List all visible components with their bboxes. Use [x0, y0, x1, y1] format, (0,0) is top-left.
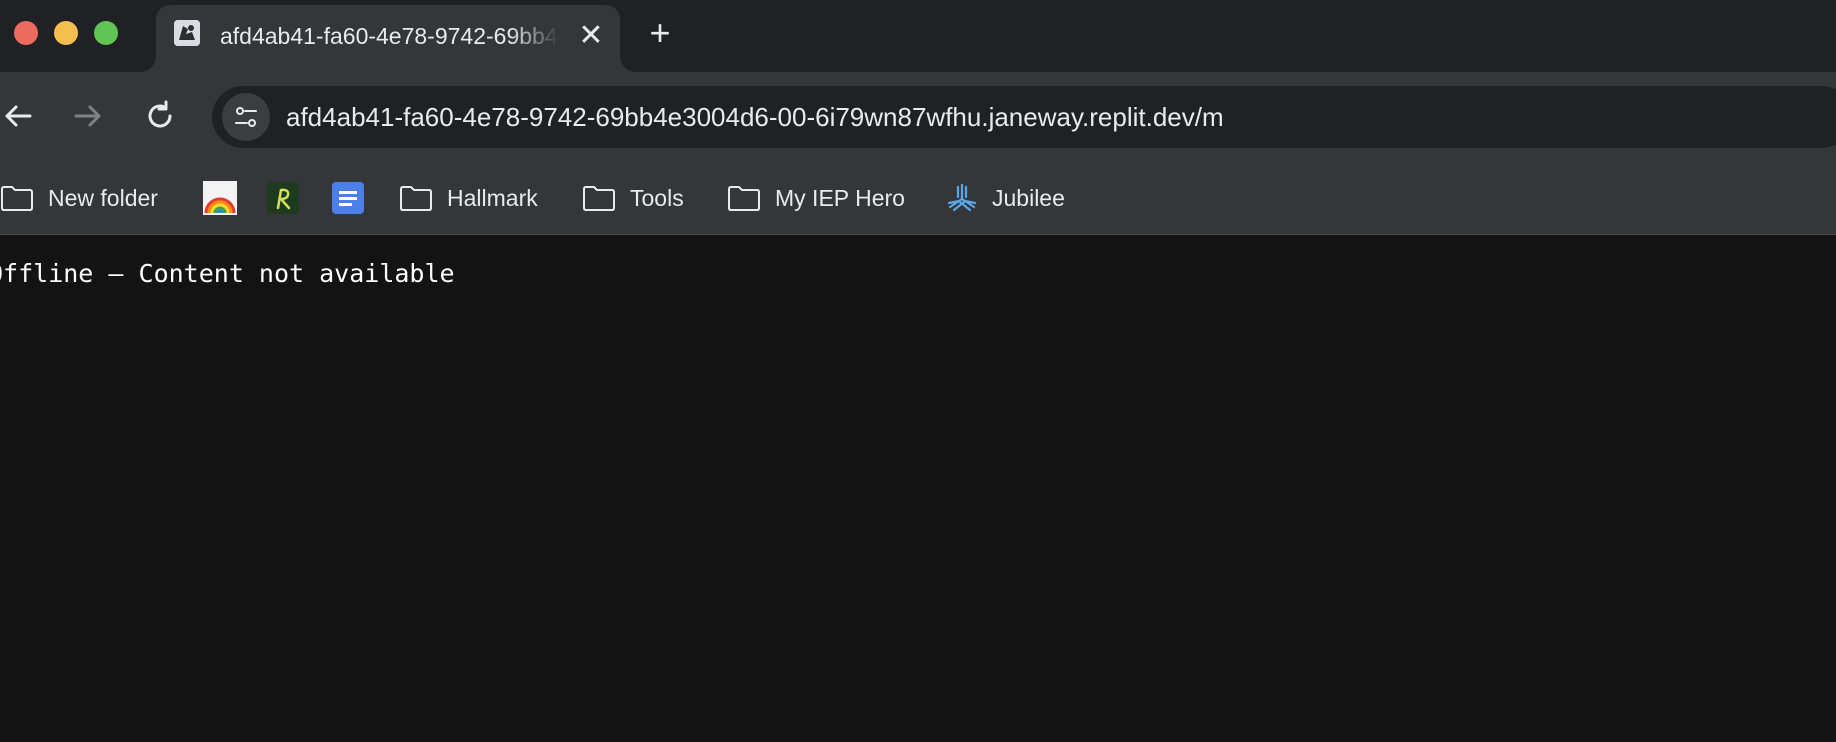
bookmark-my-iep-hero[interactable]: My IEP Hero: [727, 180, 905, 216]
folder-icon: [400, 186, 432, 211]
bookmark-label: Hallmark: [447, 184, 538, 211]
bookmark-new-folder[interactable]: New folder: [0, 180, 158, 216]
bookmark-tools[interactable]: Tools: [582, 180, 684, 216]
arrow-right-icon[interactable]: [70, 98, 106, 134]
bookmark-rainbow[interactable]: [203, 180, 237, 216]
zoom-window-button[interactable]: [94, 21, 118, 45]
minimize-window-button[interactable]: [54, 21, 78, 45]
reload-icon[interactable]: [142, 98, 178, 134]
address-bar[interactable]: afd4ab41-fa60-4e78-9742-69bb4e3004d6-00-…: [212, 86, 1836, 148]
bookmark-google-docs[interactable]: [332, 180, 364, 216]
replit-favicon-icon: [174, 20, 200, 46]
folder-icon: [583, 186, 615, 211]
folder-icon: [1, 186, 33, 211]
bookmark-label: New folder: [48, 184, 158, 211]
tab-title: afd4ab41-fa60-4e78-9742-69bb4e3004d6: [220, 23, 560, 49]
bookmark-label: Jubilee: [992, 184, 1065, 211]
url-text[interactable]: afd4ab41-fa60-4e78-9742-69bb4e3004d6-00-…: [286, 101, 1224, 133]
bookmark-r[interactable]: [267, 180, 299, 216]
offline-message: Offline – Content not available: [0, 259, 455, 288]
r-favicon-icon: [267, 182, 299, 214]
new-tab-button[interactable]: +: [643, 15, 677, 51]
browser-titlebar: afd4ab41-fa60-4e78-9742-69bb4e3004d6 ✕ +: [0, 0, 1836, 72]
rainbow-favicon-icon: [203, 181, 237, 215]
bookmark-label: Tools: [630, 184, 684, 211]
page-content: Offline – Content not available: [0, 235, 1836, 742]
folder-icon: [728, 186, 760, 211]
arrow-left-icon[interactable]: [0, 98, 36, 134]
bookmark-label: My IEP Hero: [775, 184, 905, 211]
bookmark-jubilee[interactable]: Jubilee: [946, 180, 1065, 216]
close-window-button[interactable]: [14, 21, 38, 45]
browser-toolbar: afd4ab41-fa60-4e78-9742-69bb4e3004d6-00-…: [0, 72, 1836, 162]
active-tab[interactable]: afd4ab41-fa60-4e78-9742-69bb4e3004d6 ✕: [156, 5, 620, 72]
google-docs-icon: [332, 182, 364, 214]
bookmark-hallmark[interactable]: Hallmark: [399, 180, 538, 216]
tune-icon[interactable]: [222, 93, 270, 141]
close-tab-icon[interactable]: ✕: [576, 21, 606, 51]
bookmarks-bar: New folder Hallmark Tools My IEP Hero Ju…: [0, 162, 1836, 235]
jubilee-icon: [947, 183, 977, 212]
